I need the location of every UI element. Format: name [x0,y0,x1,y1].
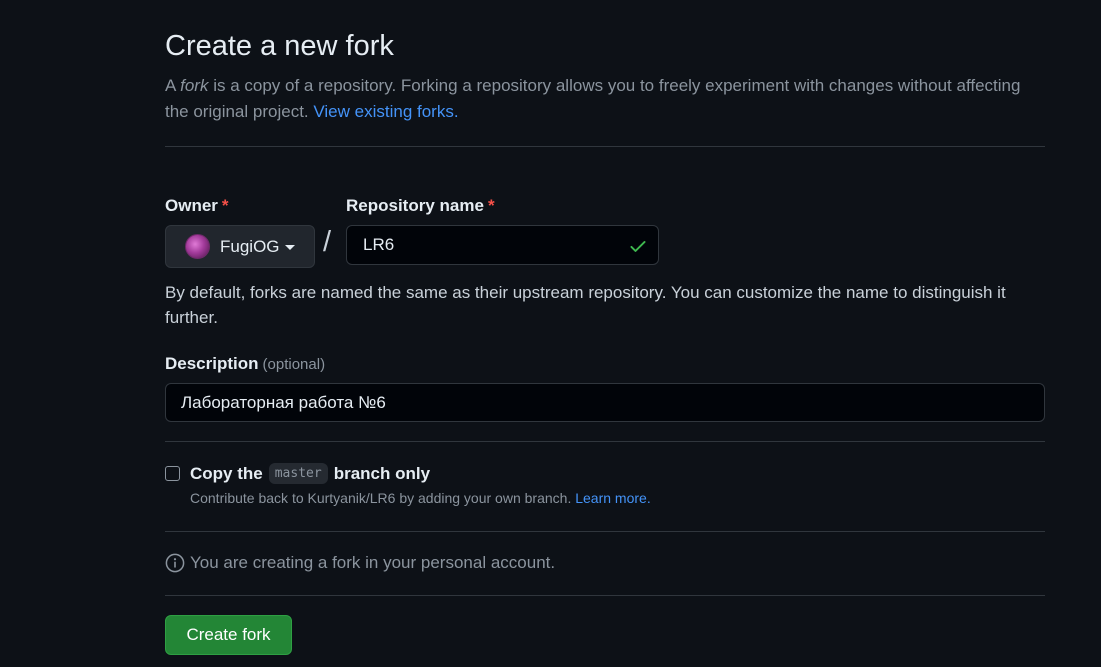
required-mark: * [487,196,495,215]
intro-text: A fork is a copy of a repository. Forkin… [165,73,1025,125]
user-avatar [185,234,210,259]
description-value: Лабораторная работа №6 [181,392,386,412]
divider [165,441,1045,442]
intro-fork-word: fork [180,76,209,95]
owner-label-text: Owner [165,196,218,215]
notice-text: You are creating a fork in your personal… [190,553,556,572]
description-label-text: Description [165,354,259,373]
page-title: Create a new fork [165,30,394,62]
personal-account-notice: You are creating a fork in your personal… [165,553,555,573]
copy-branch-checkbox[interactable] [165,466,180,481]
required-mark: * [221,196,229,215]
optional-mark: (optional) [262,356,326,373]
repository-name-label: Repository name * [346,196,495,216]
create-fork-button[interactable]: Create fork [165,615,292,655]
divider [165,595,1045,596]
intro-after: is a copy of a repository. Forking a rep… [165,76,1021,121]
fork-page: Create a new fork A fork is a copy of a … [0,0,1101,667]
view-existing-forks-link[interactable]: View existing forks. [313,102,458,121]
learn-more-link[interactable]: Learn more. [575,490,650,506]
info-icon [165,553,185,573]
divider [165,146,1045,147]
description-input[interactable]: Лабораторная работа №6 [165,383,1045,422]
copy-branch-label-before: Copy the [190,463,263,483]
copy-branch-sub-text: Contribute back to Kurtyanik/LR6 by addi… [190,490,572,506]
copy-branch-label[interactable]: Copy the master branch only [190,463,430,484]
check-icon [630,241,646,252]
description-label: Description (optional) [165,354,325,374]
repository-name-hint: By default, forks are named the same as … [165,283,1006,327]
owner-repo-separator: / [323,226,332,258]
repository-name-input[interactable]: LR6 [346,225,659,265]
repository-name-label-text: Repository name [346,196,484,215]
owner-name: FugiOG [220,236,280,256]
owner-label: Owner * [165,196,229,216]
caret-down-icon [284,245,295,250]
copy-branch-label-after: branch only [333,463,431,483]
intro-before: A [165,76,181,95]
branch-name-code: master [268,463,328,484]
repository-name-value: LR6 [363,235,395,254]
owner-select-button[interactable]: FugiOG [165,225,315,268]
divider [165,531,1045,532]
copy-branch-description: Contribute back to Kurtyanik/LR6 by addi… [190,490,651,506]
